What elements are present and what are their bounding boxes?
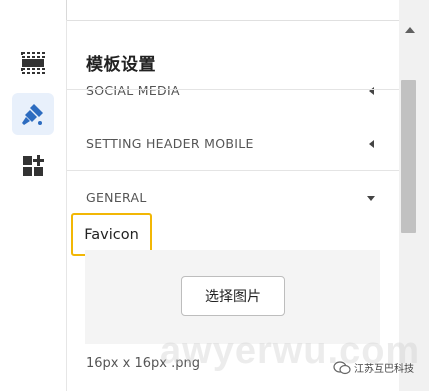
scrollbar-thumb[interactable] <box>401 80 416 233</box>
favicon-upload-area: 选择图片 <box>85 250 380 344</box>
watermark-badge-text: 江苏互巴科技 <box>354 364 414 375</box>
panel-top-divider <box>67 20 399 21</box>
caret-left-icon <box>369 140 374 148</box>
scroll-up-arrow-icon[interactable] <box>405 27 415 33</box>
favicon-size-hint: 16px x 16px .png <box>86 356 200 371</box>
left-icon-rail <box>0 0 67 391</box>
layout-section-icon <box>21 52 45 74</box>
wechat-icon <box>333 360 351 374</box>
template-settings-panel: 模板设置 SOCIAL MEDIA SETTING HEADER MOBILE … <box>67 0 399 391</box>
paint-brush-icon <box>22 104 43 125</box>
caret-down-icon <box>367 196 375 201</box>
section-label: GENERAL <box>86 190 147 205</box>
panel-title: 模板设置 <box>86 55 156 75</box>
layout-section-button[interactable] <box>12 42 54 84</box>
watermark-badge: 江苏互巴科技 <box>333 360 414 375</box>
section-label: SETTING HEADER MOBILE <box>86 136 254 151</box>
theme-settings-button[interactable] <box>12 93 54 135</box>
choose-image-button[interactable]: 选择图片 <box>181 276 285 316</box>
add-widgets-button[interactable] <box>12 145 54 187</box>
section-setting-header-mobile[interactable]: SETTING HEADER MOBILE <box>67 89 399 171</box>
add-widgets-icon <box>23 155 44 176</box>
